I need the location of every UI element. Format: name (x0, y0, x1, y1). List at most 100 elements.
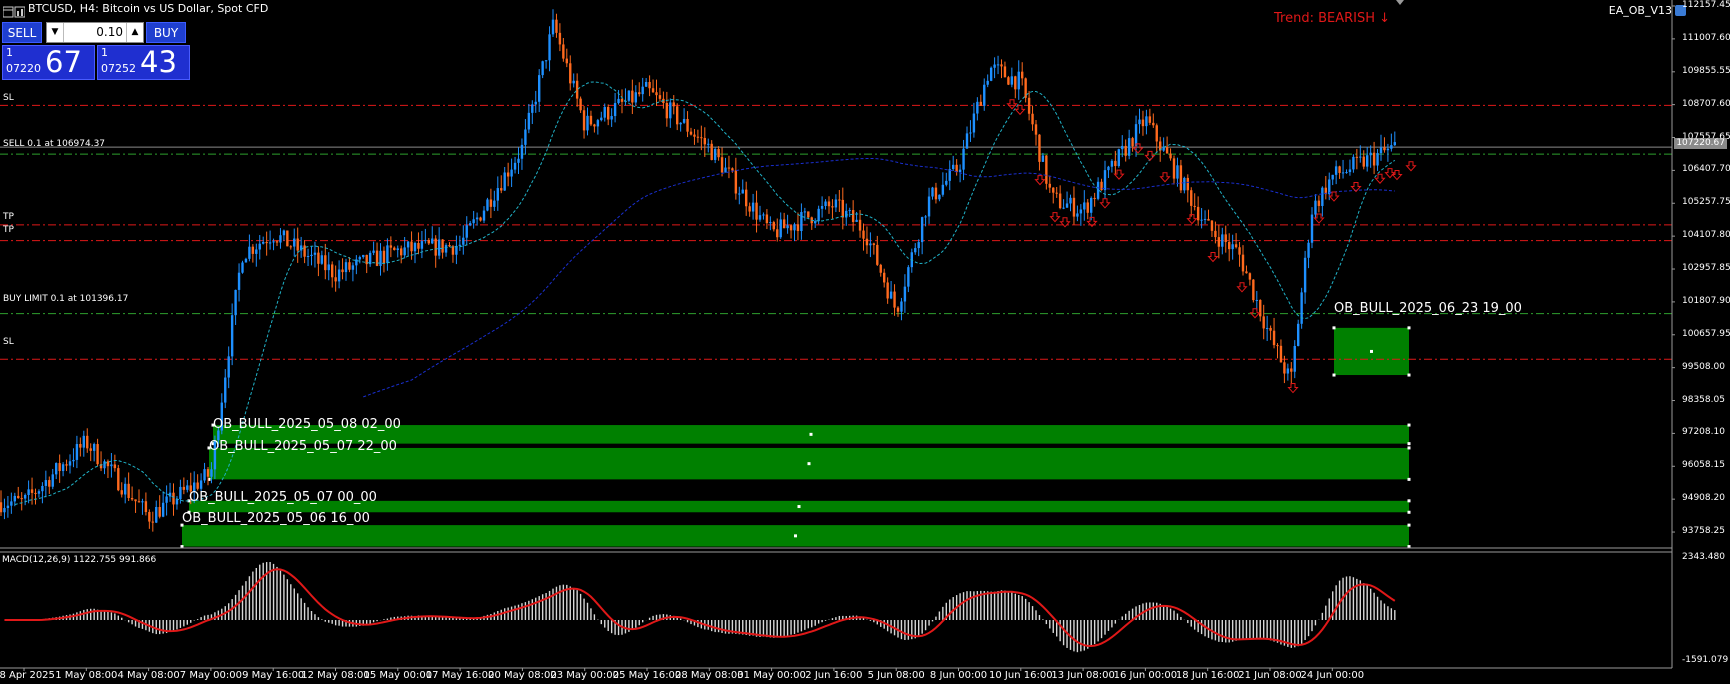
candle-body (224, 377, 227, 403)
candle-body (638, 92, 641, 95)
candle-body (1183, 177, 1186, 191)
order-block-handle (1370, 349, 1373, 353)
candle-body (1093, 197, 1096, 199)
candle-body (1176, 165, 1179, 179)
buy-button[interactable]: BUY (146, 22, 186, 43)
candle-body (1248, 273, 1252, 280)
candle-body (1369, 152, 1372, 156)
chart-canvas[interactable] (0, 0, 1730, 684)
sell-signal-arrow-icon (1374, 173, 1386, 184)
candle-body (727, 167, 731, 169)
candle-body (538, 75, 541, 102)
candle-body (106, 461, 110, 467)
tp1-label: TP (3, 212, 14, 222)
candle-body (1307, 242, 1310, 258)
candle-body (493, 200, 496, 207)
candle-body (1148, 116, 1152, 123)
order-block-handle (1407, 326, 1411, 330)
candle-body (1096, 181, 1100, 199)
candle-body (500, 188, 503, 191)
candle-body (79, 444, 82, 448)
sell-quote-prefix-top: 1 (6, 46, 13, 59)
candle-body (13, 495, 16, 502)
buy-limit-label: BUY LIMIT 0.1 at 101396.17 (3, 294, 129, 304)
candle-body (268, 242, 272, 244)
candle-body (1203, 218, 1207, 220)
candle-body (1228, 241, 1231, 250)
candle-body (434, 238, 437, 256)
candle-body (165, 496, 168, 503)
order-block-handle (1407, 373, 1411, 377)
candle-body (1338, 166, 1341, 173)
candle-body (179, 486, 182, 500)
candle-body (431, 238, 434, 244)
candle-body (1083, 202, 1086, 210)
time-axis-label: 2 Jun 16:00 (805, 670, 863, 681)
candle-body (327, 264, 330, 271)
candle-body (820, 206, 824, 209)
candle-body (1341, 172, 1345, 174)
chart-type-icon (14, 6, 26, 18)
candle-body (1283, 362, 1286, 374)
candle-body (410, 241, 413, 252)
candle-body (900, 301, 903, 312)
sell-price-quote[interactable]: 1 07220 67 (2, 45, 95, 80)
candle-body (127, 483, 130, 498)
buy-price-quote[interactable]: 1 07252 43 (97, 45, 190, 80)
candle-body (489, 199, 493, 207)
candle-body (1379, 147, 1383, 154)
candle-body (751, 202, 755, 212)
candle-body (572, 80, 575, 84)
candle-body (61, 464, 65, 472)
time-axis-label: 24 Jun 00:00 (1300, 670, 1365, 681)
chevron-down-icon[interactable]: ▼ (47, 23, 64, 42)
order-block-handle (1407, 477, 1411, 481)
candle-body (896, 307, 900, 312)
order-block-handle (1407, 442, 1411, 446)
buy-quote-prefix-top: 1 (101, 46, 108, 59)
candle-body (10, 501, 13, 506)
candle-body (958, 169, 962, 173)
candle-body (596, 120, 600, 127)
candle-body (1090, 197, 1093, 213)
candle-body (1038, 134, 1041, 162)
sell-quote-prefix: 07220 (6, 62, 41, 75)
candle-body (827, 201, 831, 207)
candle-body (386, 245, 389, 264)
order-block-handle (1407, 523, 1411, 527)
candle-body (641, 86, 644, 95)
window-icon[interactable] (2, 3, 26, 18)
candle-body (834, 199, 838, 208)
chevron-up-icon[interactable]: ▲ (126, 23, 143, 42)
candle-body (1172, 158, 1176, 179)
macd-bottom-label: -1591.079 (1682, 655, 1729, 665)
candle-body (48, 480, 51, 487)
candle-body (731, 168, 734, 171)
candle-body (413, 242, 417, 252)
sell-signal-arrow-icon (1006, 99, 1018, 110)
tp2-label: TP (3, 225, 14, 235)
candle-body (124, 483, 127, 495)
candle-body (1321, 187, 1324, 206)
lot-size-input[interactable]: 0.10 (96, 23, 123, 42)
candle-body (1065, 203, 1069, 208)
candle-body (1076, 213, 1079, 217)
candle-body (779, 219, 782, 238)
lot-size-stepper[interactable]: ▼ 0.10 ▲ (46, 22, 144, 43)
candle-body (979, 101, 982, 106)
candle-body (803, 211, 807, 213)
candle-body (199, 480, 203, 489)
candle-body (1007, 77, 1010, 85)
candle-body (1238, 247, 1241, 255)
candle-body (776, 229, 779, 238)
candle-body (158, 507, 161, 517)
candle-body (1086, 202, 1089, 213)
order-block-handle (1407, 499, 1411, 503)
sell-signal-arrow-icon (1186, 214, 1198, 225)
candle-body (324, 255, 327, 271)
price-axis-label: 106407.70 (1682, 164, 1730, 175)
candle-body (293, 238, 296, 247)
candle-body (89, 448, 92, 451)
sell-button[interactable]: SELL (2, 22, 42, 43)
candle-body (1141, 119, 1145, 127)
